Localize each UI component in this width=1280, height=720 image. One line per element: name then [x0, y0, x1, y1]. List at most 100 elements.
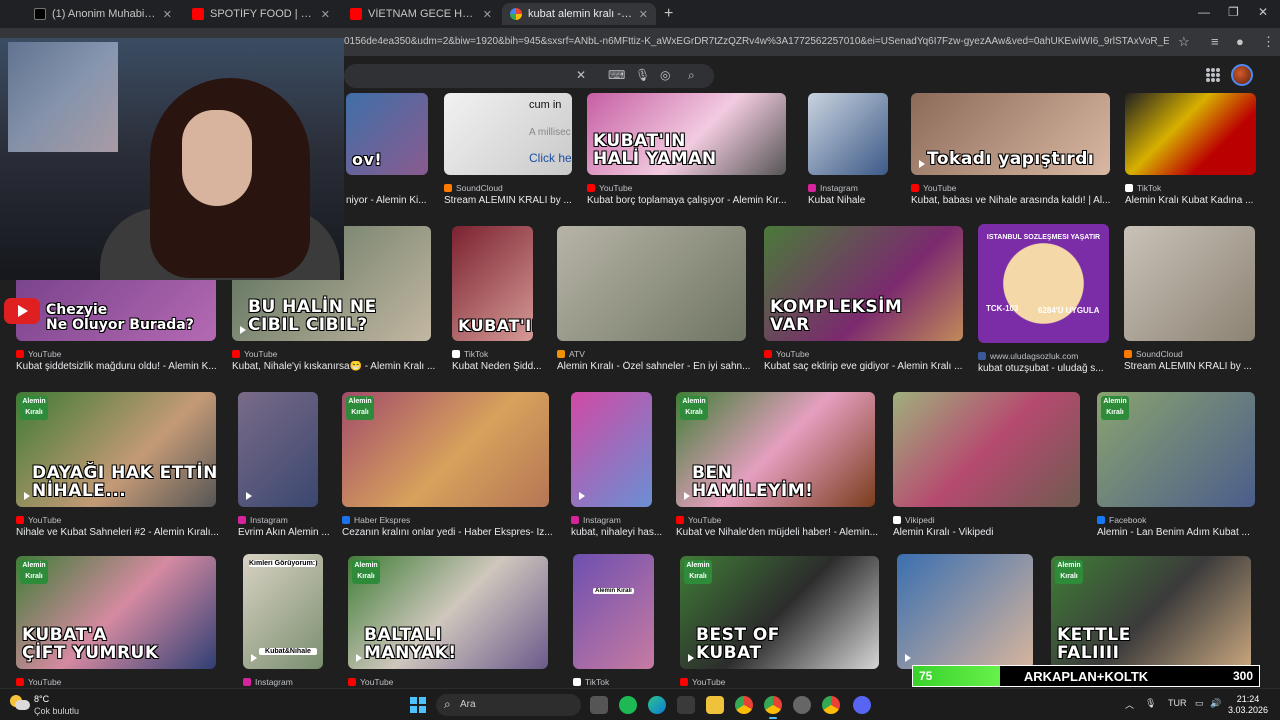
result-thumbnail[interactable]: [893, 392, 1080, 507]
clear-icon[interactable]: ✕: [576, 68, 586, 82]
result-thumbnail[interactable]: Alemin Kıralı: [342, 392, 549, 507]
weather-description[interactable]: Çok bulutlu: [34, 706, 79, 716]
result-thumbnail[interactable]: KUBAT'IN: [452, 226, 533, 341]
result-title[interactable]: Kubat Neden Şidd...: [452, 361, 545, 372]
result-source[interactable]: YouTube: [16, 514, 61, 526]
result-thumbnail[interactable]: Tokadı yapıştırdı: [911, 93, 1110, 175]
search-input[interactable]: ✕ ⌨ 🎙 ◎ ⌕: [344, 64, 714, 88]
result-title[interactable]: Stream ALEMIN KRALI by ...: [1124, 361, 1267, 372]
result-thumbnail[interactable]: [808, 93, 888, 175]
google-apps-icon[interactable]: [1206, 68, 1220, 82]
reading-list-icon[interactable]: ≡: [1211, 34, 1219, 49]
menu-kebab-icon[interactable]: ⋮: [1262, 34, 1275, 50]
result-source[interactable]: Haber Ekspres: [342, 514, 410, 526]
result-source[interactable]: YouTube: [587, 182, 632, 194]
result-source[interactable]: Instagram: [808, 182, 858, 194]
chrome-active-icon[interactable]: [764, 696, 782, 719]
result-title[interactable]: Kubat şiddetsizlik mağduru oldu! - Alemi…: [16, 361, 220, 372]
chevron-up-icon[interactable]: ︿: [1125, 698, 1134, 711]
result-thumbnail[interactable]: [1124, 226, 1255, 341]
result-title[interactable]: Alemin Kralı Kubat Kadına ...: [1125, 195, 1268, 206]
result-title[interactable]: Kubat saç ektirip eve gidiyor - Alemin K…: [764, 361, 975, 372]
result-thumbnail[interactable]: İSTANBUL SÖZLEŞMESİ YAŞATIR TCK-103 6284'Ü…: [978, 224, 1109, 343]
result-thumbnail[interactable]: ov!: [346, 93, 428, 175]
windows-start-icon[interactable]: [410, 697, 426, 713]
weather-cloudy-icon[interactable]: [10, 695, 30, 711]
result-thumbnail[interactable]: Alemin Kıralı KETTLE FALIIII: [1051, 556, 1251, 669]
network-icon[interactable]: ▭: [1195, 698, 1204, 709]
close-icon[interactable]: ✕: [321, 8, 330, 21]
tab-spotify-food[interactable]: SPOTİFY FOOD | Madara Olduk ✕: [184, 3, 338, 25]
result-thumbnail[interactable]: Alemin Kıralı: [573, 554, 654, 669]
store-icon[interactable]: [677, 696, 695, 714]
lens-icon[interactable]: ◎: [660, 68, 670, 82]
tab-vietnam[interactable]: VİETNAM GECE HAYATI BENİ Ç ✕: [342, 3, 500, 25]
result-title[interactable]: Alemin Kıralı - Özel sahneler - En iyi s…: [557, 361, 752, 372]
result-source[interactable]: Instagram: [571, 514, 621, 526]
result-thumbnail[interactable]: Alemin Kıralı BALTALI MANYAK!: [348, 556, 548, 669]
profile-icon[interactable]: ●: [1236, 34, 1244, 49]
obs-icon[interactable]: [793, 696, 811, 714]
result-source[interactable]: YouTube: [676, 514, 721, 526]
result-thumbnail[interactable]: [571, 392, 652, 507]
result-thumbnail[interactable]: KOMPLEKSİM VAR: [764, 226, 963, 341]
taskbar-search[interactable]: ⌕ Ara: [436, 694, 581, 716]
language-indicator[interactable]: TUR: [1168, 698, 1187, 708]
keyboard-icon[interactable]: ⌨: [608, 68, 625, 82]
result-source[interactable]: ATV: [557, 348, 585, 360]
weather-temperature[interactable]: 8°C: [34, 694, 49, 704]
result-source[interactable]: YouTube: [680, 676, 725, 688]
result-source[interactable]: SoundCloud: [444, 182, 503, 194]
result-source[interactable]: YouTube: [911, 182, 956, 194]
system-clock[interactable]: 21:24 3.03.2026: [1222, 694, 1274, 716]
result-thumbnail[interactable]: Alemin Kıralı DAYAĞI HAK ETTİN NİHALE...: [16, 392, 216, 507]
result-source[interactable]: Instagram: [243, 676, 293, 688]
result-title[interactable]: Alemin Kıralı - Vikipedi: [893, 527, 1085, 538]
account-avatar[interactable]: [1231, 64, 1253, 86]
result-source[interactable]: YouTube: [348, 676, 393, 688]
result-source[interactable]: Vikipedi: [893, 514, 935, 526]
result-thumbnail[interactable]: KUBAT'IN HALİ YAMAN: [587, 93, 786, 175]
maximize-button[interactable]: ❐: [1228, 5, 1239, 19]
search-icon[interactable]: ⌕: [688, 68, 695, 83]
result-thumbnail[interactable]: [557, 226, 746, 341]
minimize-button[interactable]: —: [1198, 5, 1210, 19]
task-view-icon[interactable]: [590, 696, 608, 714]
result-title[interactable]: Kubat, Nihale'yi kıskanırsa😁 - Alemin Kr…: [232, 361, 440, 372]
new-tab-button[interactable]: +: [664, 5, 673, 23]
chrome-profile-icon[interactable]: [822, 696, 840, 714]
result-source[interactable]: TikTok: [452, 348, 488, 360]
result-title[interactable]: Kubat, babası ve Nihale arasında kaldı! …: [911, 195, 1113, 206]
result-source[interactable]: www.uludagsozluk.com: [978, 350, 1078, 362]
chrome-icon[interactable]: [735, 696, 753, 714]
microphone-icon[interactable]: 🎙: [635, 68, 650, 82]
result-title[interactable]: Kubat ve Nihale'den müjdeli haber! - Ale…: [676, 527, 881, 538]
result-source[interactable]: Instagram: [238, 514, 288, 526]
result-title[interactable]: kubat, nihaleyi has...: [571, 527, 664, 538]
result-source[interactable]: TikTok: [1125, 182, 1161, 194]
result-source[interactable]: TikTok: [573, 676, 609, 688]
close-icon[interactable]: ✕: [483, 8, 492, 21]
result-thumbnail[interactable]: [238, 392, 318, 507]
result-title[interactable]: niyor - Alemin Ki...: [346, 195, 432, 206]
file-explorer-icon[interactable]: [706, 696, 724, 714]
result-thumbnail[interactable]: Alemin Kıralı BEST OF KUBAT: [680, 556, 879, 669]
result-thumbnail[interactable]: Kimleri Görüyorum:) Kubat&Nihale: [243, 554, 323, 669]
result-source[interactable]: YouTube: [232, 348, 277, 360]
result-thumbnail[interactable]: Alemin Kıralı KUBAT'A ÇİFT YUMRUK: [16, 556, 216, 669]
result-thumbnail[interactable]: Alemin Kıralı BEN HAMİLEYİM!: [676, 392, 875, 507]
result-title[interactable]: Kubat Nihale: [808, 195, 899, 206]
result-source[interactable]: Facebook: [1097, 514, 1146, 526]
volume-icon[interactable]: 🔊: [1210, 698, 1221, 709]
result-title[interactable]: Evrim Akın Alemin ...: [238, 527, 330, 538]
url-text[interactable]: 0156de4ea350&udm=2&biw=1920&bih=945&sxsr…: [344, 36, 1169, 47]
result-thumbnail[interactable]: Alemin Kıralı: [1097, 392, 1255, 507]
microphone-icon[interactable]: 🎙: [1145, 698, 1156, 709]
result-title[interactable]: Kubat borç toplamaya çalışıyor - Alemin …: [587, 195, 796, 206]
result-source[interactable]: YouTube: [764, 348, 809, 360]
spotify-icon[interactable]: [619, 696, 637, 714]
result-title[interactable]: kubat otuzşubat - uludağ s...: [978, 363, 1121, 374]
bookmark-star-icon[interactable]: ☆: [1178, 34, 1190, 50]
result-title[interactable]: Cezanın kralını onlar yedi - Haber Ekspr…: [342, 527, 559, 538]
result-title[interactable]: Stream ALEMIN KRALI by ...: [444, 195, 575, 206]
